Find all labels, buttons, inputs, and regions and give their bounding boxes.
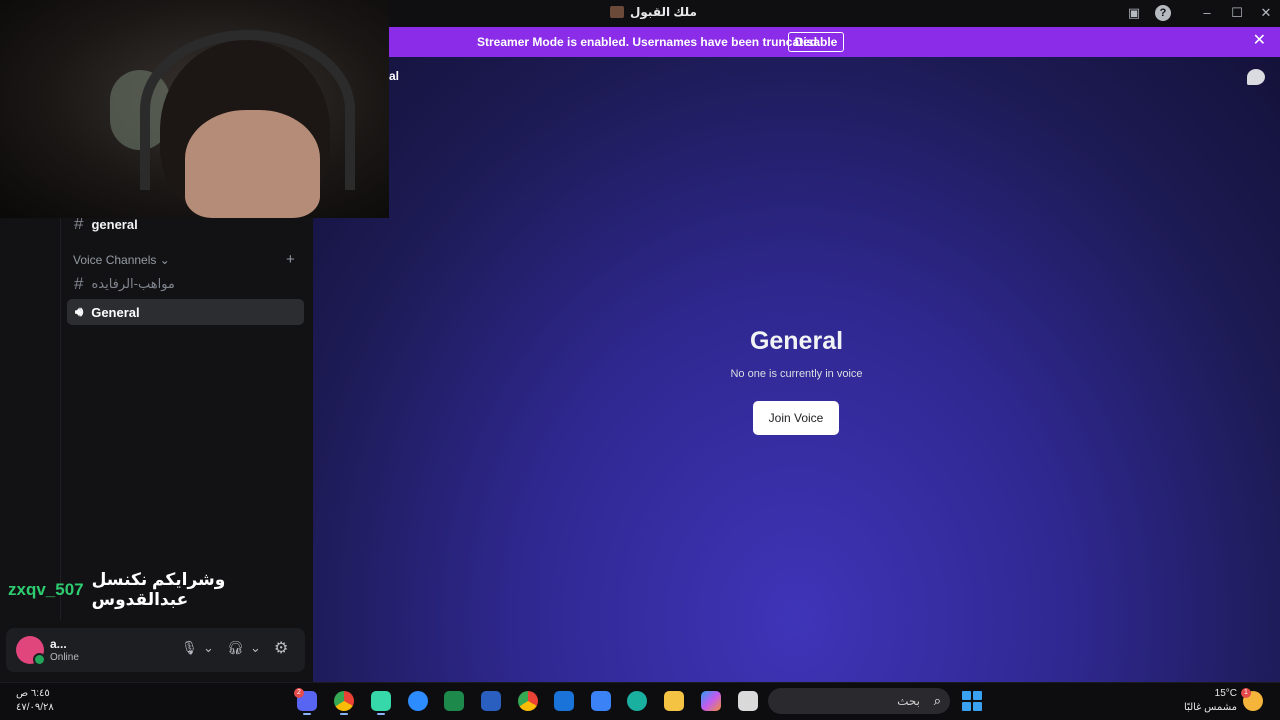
file-explorer-icon[interactable] xyxy=(664,691,684,711)
voice-channel-view: al General No one is currently in voice … xyxy=(313,57,1280,682)
channel-label: General xyxy=(91,304,140,320)
window-title-text: ملك القبول xyxy=(630,5,697,19)
help-icon[interactable]: ? xyxy=(1155,5,1171,21)
clock-time: ٦:٤٥ ص xyxy=(16,688,50,699)
window-title: ملك القبول xyxy=(610,5,697,19)
webcam-overlay xyxy=(0,0,389,218)
banner-message: Streamer Mode is enabled. Usernames have… xyxy=(477,35,821,49)
weather-icon[interactable]: 1 xyxy=(1241,688,1263,711)
copilot-icon[interactable] xyxy=(701,691,721,711)
user-status: Online xyxy=(50,652,79,663)
speaker-icon: 🔊︎ xyxy=(75,304,84,319)
channel-item-general-voice[interactable]: 🔊︎ General xyxy=(67,299,304,325)
headset-shape xyxy=(140,30,355,190)
voice-channels-header[interactable]: Voice Channels ⌄ xyxy=(73,253,170,267)
active-indicator xyxy=(377,713,385,715)
streamlabs-icon[interactable] xyxy=(371,691,391,715)
user-panel: a... Online 🎙︎ ⌄ 🎧︎ ⌄ ⚙ xyxy=(6,628,305,672)
zoom-icon[interactable] xyxy=(408,691,428,711)
overlay-username: zxqv_507 xyxy=(8,580,84,599)
maximize-icon[interactable]: ☐ xyxy=(1229,5,1245,21)
server-list-divider xyxy=(60,210,61,620)
weather-widget[interactable]: 15°C مشمس غالبًا xyxy=(1183,687,1237,715)
microphone-icon[interactable]: 🎙︎ xyxy=(181,640,198,656)
inbox-icon[interactable]: ▣ xyxy=(1126,5,1142,21)
join-voice-button[interactable]: Join Voice xyxy=(753,401,839,435)
weather-description: مشمس غالبًا xyxy=(1184,702,1237,713)
search-placeholder: بحث xyxy=(897,694,920,708)
user-name: a... xyxy=(50,637,67,651)
chevron-down-icon[interactable]: ⌄ xyxy=(250,640,261,656)
voice-channel-subtitle: No one is currently in voice xyxy=(730,368,863,380)
channel-header-fragment: al xyxy=(389,69,400,83)
add-channel-icon[interactable]: + xyxy=(286,251,295,268)
active-indicator xyxy=(340,713,348,715)
notification-badge: 1 xyxy=(1241,688,1251,698)
discord-icon[interactable]: 2 xyxy=(294,688,317,715)
system-clock[interactable]: ٦:٤٥ ص ٤٧/٠٩/٢٨ xyxy=(16,687,54,715)
channel-label: general xyxy=(91,216,138,232)
windows-start-icon[interactable] xyxy=(962,691,982,711)
outlook-icon[interactable] xyxy=(554,691,574,711)
chrome-icon[interactable] xyxy=(334,691,354,715)
active-indicator xyxy=(303,713,311,715)
notification-badge: 2 xyxy=(294,688,304,698)
search-input[interactable]: بحث ⌕ xyxy=(768,688,950,714)
word-icon[interactable] xyxy=(481,691,501,711)
chrome-icon[interactable] xyxy=(518,691,538,711)
minimize-icon[interactable]: – xyxy=(1199,5,1215,21)
store-icon[interactable] xyxy=(591,691,611,711)
overlay-message: وشرايكم نكنسل عبدالقدوس xyxy=(91,570,226,609)
voice-channels-label: Voice Channels xyxy=(73,253,157,267)
voice-channel-title: General xyxy=(749,327,844,355)
close-icon[interactable]: ✕ xyxy=(1253,33,1266,49)
server-thumbnail-icon xyxy=(610,6,624,18)
chat-overlay: zxqv_507 وشرايكم نكنسل عبدالقدوس xyxy=(8,570,313,610)
chevron-down-icon: ⌄ xyxy=(159,253,170,267)
gear-icon[interactable]: ⚙ xyxy=(274,638,288,658)
excel-icon[interactable] xyxy=(444,691,464,711)
chat-bubble-icon[interactable] xyxy=(1247,69,1265,85)
search-icon: ⌕ xyxy=(933,693,941,708)
channel-label: مواهب-الرفايده xyxy=(91,276,175,291)
task-view-icon[interactable] xyxy=(738,691,758,711)
headphones-icon[interactable]: 🎧︎ xyxy=(227,640,244,656)
hash-lock-icon: # xyxy=(74,274,84,293)
windows-taskbar: ٦:٤٥ ص ٤٧/٠٩/٢٨ 2 بحث ⌕ 15°C مشمس غالبًا… xyxy=(0,682,1280,720)
channel-item-arabic[interactable]: # مواهب-الرفايده xyxy=(74,274,175,294)
avatar[interactable] xyxy=(16,636,46,666)
disable-button[interactable]: Disable xyxy=(788,32,844,52)
streamer-mode-banner: Streamer Mode is enabled. Usernames have… xyxy=(388,27,1280,57)
weather-temp: 15°C xyxy=(1214,688,1237,699)
close-icon[interactable]: ✕ xyxy=(1258,5,1274,21)
clock-date: ٤٧/٠٩/٢٨ xyxy=(16,702,54,713)
edge-icon[interactable] xyxy=(627,691,647,711)
chevron-down-icon[interactable]: ⌄ xyxy=(203,640,214,656)
